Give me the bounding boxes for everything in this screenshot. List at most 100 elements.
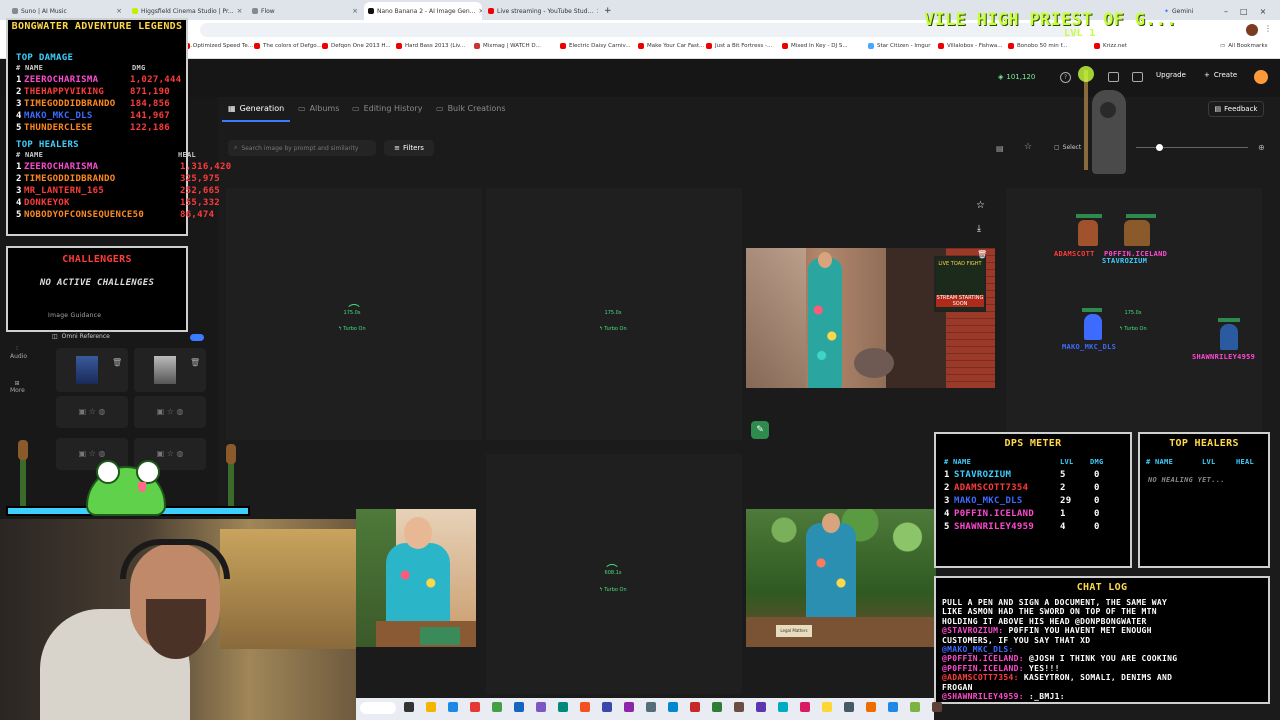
bookmark-item[interactable]: Electric Daisy Carniv... [560,43,631,49]
bookmark-item[interactable]: Just a Bit Fortress -... [706,43,772,49]
audio-nav[interactable]: ⫶ Audio [10,345,27,360]
bookmark-item[interactable]: Villalobos - Fishwa... [938,43,1002,49]
generated-image-street[interactable]: LIVE TOAD FIGHT STREAM STARTING SOON [746,248,995,388]
close-icon[interactable]: × [116,7,122,15]
tab-albums[interactable]: ▭ Albums [298,104,339,113]
reference-slot[interactable]: 🗑 [134,348,206,392]
create-button[interactable]: + Create [1204,71,1237,79]
taskbar-app-icon[interactable] [448,702,458,712]
taskbar-app-icon[interactable] [888,702,898,712]
zoom-slider-thumb[interactable] [1156,144,1163,151]
cartoon-man-head [404,517,432,549]
maximize-icon[interactable]: □ [1240,7,1248,16]
star-icon[interactable]: ☆ [1024,142,1032,152]
more-nav[interactable]: ⊞ More [10,380,25,394]
tab-editing-history[interactable]: ▭ Editing History [352,104,422,113]
chat-text: HOLDING IT ABOVE HIS HEAD @DONPBONGWATER [942,616,1147,626]
taskbar-app-icon[interactable] [558,702,568,712]
stream-poster: LIVE TOAD FIGHT STREAM STARTING SOON [934,256,986,312]
omni-toggle[interactable] [190,334,204,341]
generated-image-cartoon[interactable] [356,509,476,647]
close-icon[interactable]: × [596,7,598,15]
all-bookmarks[interactable]: ▭ All Bookmarks [1220,43,1268,49]
poster-subtitle: STREAM STARTING SOON [936,295,984,307]
minimize-icon[interactable]: – [1224,7,1228,16]
taskbar-app-icon[interactable] [470,702,480,712]
taskbar-app-icon[interactable] [624,702,634,712]
gift-icon[interactable] [1132,72,1143,82]
taskbar-app-icon[interactable] [492,702,502,712]
new-tab-button[interactable]: + [600,2,616,20]
browser-tab-active[interactable]: Nano Banana 2 - AI Image Gen... × [364,2,482,20]
download-icon[interactable]: ⤓ [977,224,981,234]
taskbar-app-icon[interactable] [734,702,744,712]
taskbar-app-icon[interactable] [822,702,832,712]
bookmark-item[interactable]: Krizz.net [1094,43,1127,49]
empty-reference-slot[interactable]: ▣ ☆ ◍ [134,396,206,428]
bookmark-item[interactable]: Optimized Speed Te... [184,43,253,49]
player-damage: 0 [1094,522,1100,532]
bookmark-item[interactable]: Make Your Car Fast... [638,43,704,49]
bookmark-item[interactable]: Bonobo 50 min f... [1008,43,1067,49]
trash-icon[interactable]: 🗑 [112,358,122,367]
bookmark-item[interactable]: Mixmag | WATCH D... [474,43,541,49]
close-icon[interactable]: × [237,7,243,15]
profile-avatar[interactable] [1246,24,1258,36]
bookmark-item[interactable]: Hard Bass 2013 (Liv... [396,43,465,49]
favorite-star-icon[interactable]: ☆ [976,200,985,211]
bookmark-label: Star Citizen - Imgur [877,43,931,49]
bookmark-icon [938,43,944,49]
filters-button[interactable]: ≡ Filters [384,140,434,156]
close-window-icon[interactable]: × [1260,7,1267,16]
bookmark-item[interactable]: Mixed In Key - DJ S... [782,43,848,49]
taskbar-app-icon[interactable] [426,702,436,712]
browser-tab[interactable]: Flow × [248,2,362,20]
taskbar-app-icon[interactable] [404,702,414,712]
taskbar-app-icon[interactable] [536,702,546,712]
taskbar-app-icon[interactable] [778,702,788,712]
bookmark-label: Electric Daisy Carniv... [569,43,631,49]
user-avatar[interactable] [1254,70,1268,84]
search-placeholder: Search image by prompt and similarity [241,144,359,152]
omni-reference-row[interactable]: ◫ Omni Reference [52,333,110,340]
taskbar-app-icon[interactable] [800,702,810,712]
empty-reference-slot[interactable]: ▣ ☆ ◍ [56,396,128,428]
taskbar-app-icon[interactable] [866,702,876,712]
taskbar-app-icon[interactable] [910,702,920,712]
browser-tab[interactable]: Live streaming - YouTube Stud...× [484,2,598,20]
upgrade-button[interactable]: Upgrade [1156,71,1186,79]
taskbar-app-icon[interactable] [514,702,524,712]
bookmark-item[interactable]: Star Citizen - Imgur [868,43,931,49]
taskbar-app-icon[interactable] [602,702,612,712]
taskbar-app-icon[interactable] [646,702,656,712]
bookmarks-bar: Create a Sound Res...Optimized Speed Te.… [0,40,1280,59]
zoom-slider[interactable] [1136,147,1248,148]
list-view-icon[interactable]: ▤ [996,144,1004,153]
zoom-in-icon[interactable]: ⊕ [1258,143,1265,152]
feedback-button[interactable]: ▤ Feedback [1208,101,1264,117]
tab-generation[interactable]: ▦ Generation [228,104,284,113]
player-name: MR_LANTERN_165 [24,186,105,196]
taskbar-search[interactable] [360,702,396,714]
close-icon[interactable]: × [478,7,482,15]
bookmark-item[interactable]: Defqon One 2013 H... [322,43,391,49]
generated-image-jungle[interactable]: Legal Matters [746,509,936,647]
edit-pencil-button[interactable]: ✎ [751,421,769,439]
taskbar-app-icon[interactable] [580,702,590,712]
tab-bulk-creations[interactable]: ▭ Bulk Creations [436,104,506,113]
chat-log: CHAT LOG PULL A PEN AND SIGN A DOCUMENT,… [934,576,1270,704]
taskbar-app-icon[interactable] [756,702,766,712]
search-input[interactable]: ⌕ Search image by prompt and similarity [228,140,376,156]
taskbar-app-icon[interactable] [668,702,678,712]
close-icon[interactable]: × [352,7,358,15]
delete-icon[interactable]: 🗑 [977,250,987,259]
taskbar-app-icon[interactable] [844,702,854,712]
taskbar-app-icon[interactable] [712,702,722,712]
menu-icon[interactable]: ⋮ [1264,24,1272,33]
trash-icon[interactable]: 🗑 [190,358,200,367]
bookmark-item[interactable]: The colors of Defgo... [254,43,322,49]
taskbar-app-icon[interactable] [932,702,942,712]
taskbar-app-icon[interactable] [690,702,700,712]
rank-number: 5 [16,123,22,133]
reference-slot[interactable]: 🗑 [56,348,128,392]
